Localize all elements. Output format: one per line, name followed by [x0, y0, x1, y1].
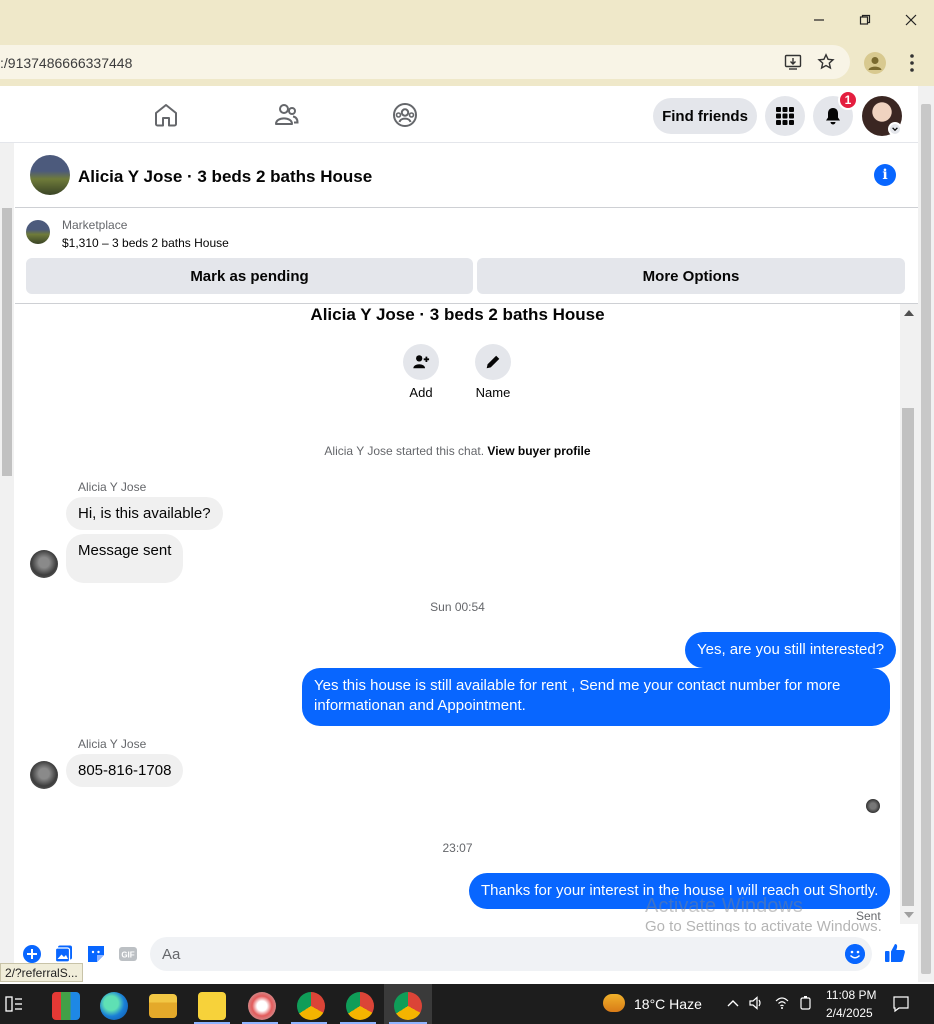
omnibox[interactable]: :/9137486666337448 — [0, 45, 850, 79]
thread-scrollbar[interactable] — [900, 304, 918, 924]
friends-icon[interactable] — [272, 101, 300, 129]
gif-icon[interactable]: GIF — [118, 944, 138, 964]
file-explorer-icon[interactable] — [149, 994, 177, 1018]
find-friends-button[interactable]: Find friends — [653, 98, 757, 134]
chat-title[interactable]: Alicia Y Jose · 3 beds 2 baths House — [78, 167, 372, 187]
chrome-profile-b-icon[interactable] — [346, 992, 374, 1020]
sender-avatar[interactable] — [30, 550, 58, 578]
timestamp: 23:07 — [442, 841, 473, 855]
edge-browser-icon[interactable] — [100, 992, 128, 1020]
close-icon — [905, 14, 917, 26]
groups-icon[interactable] — [391, 101, 419, 129]
windows-taskbar — [0, 984, 934, 1024]
scroll-up-arrow-icon[interactable] — [904, 310, 914, 316]
bookmark-star-icon[interactable] — [817, 53, 835, 71]
account-menu-chevron[interactable] — [888, 122, 902, 136]
seen-by-avatar — [866, 799, 880, 813]
sender-avatar[interactable] — [30, 761, 58, 789]
photo-icon[interactable] — [54, 944, 74, 964]
incoming-message[interactable]: Hi, is this available? — [66, 497, 223, 530]
clock-date[interactable]: 2/4/2025 — [826, 1006, 873, 1020]
restore-icon — [859, 14, 871, 25]
notification-count-badge: 1 — [838, 90, 858, 110]
close-window-button[interactable] — [888, 0, 934, 40]
sticky-notes-icon[interactable] — [198, 992, 226, 1020]
clock-time[interactable]: 11:08 PM — [826, 988, 876, 1002]
info-icon[interactable]: i — [874, 164, 896, 186]
name-chat-button[interactable] — [475, 344, 511, 380]
weather-text[interactable]: 18°C Haze — [634, 996, 702, 1012]
scrollbar-thumb[interactable] — [902, 408, 914, 906]
volume-icon[interactable] — [748, 995, 764, 1011]
add-label: Add — [409, 385, 433, 400]
view-buyer-profile-link[interactable]: View buyer profile — [487, 444, 590, 458]
task-view-icon[interactable] — [5, 995, 23, 1013]
haze-weather-icon[interactable] — [603, 994, 625, 1012]
home-icon[interactable] — [152, 101, 180, 129]
grid-menu-icon — [776, 107, 794, 125]
status-bar-url: 2/?referralS... — [0, 963, 83, 982]
svg-text:GIF: GIF — [121, 951, 134, 960]
person-icon — [868, 57, 882, 70]
emoji-icon[interactable] — [845, 944, 865, 964]
sender-name: Alicia Y Jose — [78, 480, 147, 494]
page-scrollbar[interactable] — [918, 86, 934, 982]
wifi-icon[interactable] — [774, 995, 790, 1011]
install-app-icon[interactable] — [784, 53, 802, 71]
restore-button[interactable] — [842, 0, 888, 40]
outgoing-message[interactable]: Yes this house is still available for re… — [302, 668, 890, 726]
battery-icon[interactable] — [798, 995, 814, 1011]
url-text[interactable]: :/9137486666337448 — [0, 55, 132, 71]
browser-title-bar — [0, 0, 934, 40]
app-launcher-icon[interactable] — [52, 992, 80, 1020]
address-bar-row: :/9137486666337448 — [0, 40, 934, 86]
listing-thumbnail[interactable] — [30, 155, 70, 195]
chevron-up-icon[interactable] — [726, 997, 740, 1009]
chrome-active-icon[interactable] — [394, 992, 422, 1020]
add-person-icon — [413, 355, 430, 369]
scrollbar-thumb[interactable] — [2, 208, 12, 476]
minimize-icon — [814, 19, 824, 21]
conversation-title: Alicia Y Jose · 3 beds 2 baths House — [310, 305, 605, 324]
timestamp: Sun 00:54 — [430, 600, 485, 614]
left-panel-scrollbar[interactable] — [0, 143, 14, 963]
chrome-profile-a-icon[interactable] — [297, 992, 325, 1020]
listing-price-title[interactable]: $1,310 – 3 beds 2 baths House — [62, 236, 229, 250]
incoming-message[interactable]: 805-816-1708 — [66, 754, 184, 787]
incoming-message[interactable]: Message sent — [66, 534, 184, 583]
outgoing-message[interactable]: Yes, are you still interested? — [685, 632, 897, 668]
scroll-down-arrow-icon[interactable] — [904, 912, 914, 918]
notification-center-icon[interactable] — [892, 995, 910, 1013]
sticker-icon[interactable] — [86, 944, 106, 964]
pencil-icon — [486, 355, 500, 369]
plus-circle-icon[interactable] — [22, 944, 42, 964]
listing-small-thumbnail[interactable] — [26, 220, 50, 244]
chat-started-notice: Alicia Y Jose started this chat. View bu… — [15, 444, 900, 458]
message-thread — [15, 304, 900, 932]
sender-name: Alicia Y Jose — [78, 737, 147, 751]
minimize-button[interactable] — [796, 0, 842, 40]
browser-profile-avatar[interactable] — [864, 52, 886, 74]
message-input[interactable] — [150, 937, 872, 971]
name-label: Name — [475, 385, 511, 400]
browser-menu-icon[interactable] — [904, 50, 920, 76]
chat-started-text: Alicia Y Jose started this chat. — [324, 444, 485, 458]
more-options-button[interactable]: More Options — [477, 258, 905, 294]
marketplace-label: Marketplace — [62, 218, 128, 232]
add-people-button[interactable] — [403, 344, 439, 380]
chevron-down-icon — [892, 127, 898, 132]
bell-icon — [826, 108, 840, 125]
sent-status: Sent — [856, 909, 881, 923]
scrollbar-thumb[interactable] — [921, 104, 931, 974]
thumbs-up-icon[interactable] — [884, 942, 906, 964]
menu-button[interactable] — [765, 96, 805, 136]
snipping-tool-icon[interactable] — [248, 992, 276, 1020]
mark-as-pending-button[interactable]: Mark as pending — [26, 258, 473, 294]
activate-windows-watermark: Activate Windows — [645, 895, 803, 917]
